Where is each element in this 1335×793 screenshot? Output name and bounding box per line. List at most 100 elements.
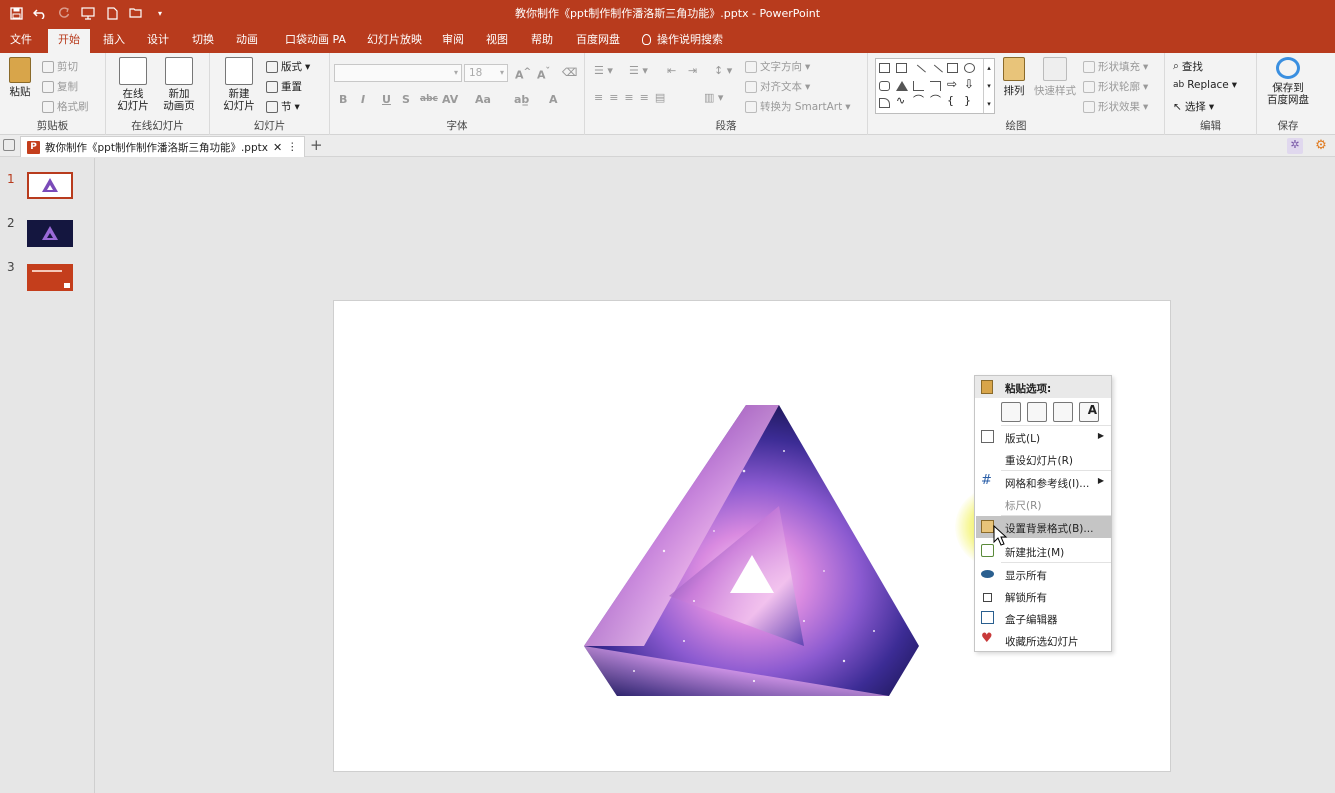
- shapes-gallery-scroll[interactable]: ▴ ▾ ▾: [983, 59, 994, 113]
- open-folder-icon[interactable]: [126, 3, 146, 23]
- tab-insert[interactable]: 插入: [93, 29, 135, 53]
- save-icon[interactable]: [6, 3, 26, 23]
- tab-view[interactable]: 视图: [476, 29, 518, 53]
- bullets-icon[interactable]: ☰ ▾: [594, 64, 613, 77]
- new-slide-button[interactable]: 新建 幻灯片: [218, 57, 260, 112]
- tab-design[interactable]: 设计: [137, 29, 179, 53]
- start-slideshow-icon[interactable]: [78, 3, 98, 23]
- change-case-button[interactable]: Aa: [475, 93, 491, 106]
- connector-shape-icon[interactable]: [913, 81, 924, 91]
- numbering-icon[interactable]: ☰ ▾: [629, 64, 648, 77]
- strikethrough-button[interactable]: abc: [420, 94, 438, 104]
- paste-keep-source-format-icon[interactable]: [1027, 402, 1047, 422]
- rectangle-shape-icon[interactable]: [947, 63, 958, 73]
- new-tab-icon[interactable]: +: [310, 136, 323, 154]
- font-name-combo[interactable]: ▾: [334, 64, 462, 82]
- right-brace-shape-icon[interactable]: }: [964, 95, 975, 106]
- font-color-button[interactable]: A: [549, 93, 558, 106]
- elbow-shape-icon[interactable]: [930, 81, 941, 91]
- tell-me-search[interactable]: 操作说明搜索: [632, 29, 733, 53]
- scribble-shape-icon[interactable]: ∿: [896, 95, 907, 106]
- char-spacing-button[interactable]: AV: [442, 93, 458, 106]
- shadow-button[interactable]: S: [402, 93, 410, 106]
- menu-item-reset-slide[interactable]: 重设幻灯片(R): [976, 448, 1111, 470]
- replace-button[interactable]: ab Replace ▾: [1173, 79, 1237, 91]
- section-button[interactable]: 节 ▾: [266, 99, 300, 114]
- cut-button[interactable]: 剪切: [42, 59, 78, 74]
- tab-pocket-animation[interactable]: 口袋动画 PA: [275, 29, 356, 53]
- customize-qat-icon[interactable]: ▾: [150, 3, 170, 23]
- online-slide-button[interactable]: 在线 幻灯片: [112, 57, 154, 112]
- bold-button[interactable]: B: [339, 93, 347, 106]
- arrow-line-shape-icon[interactable]: [928, 64, 943, 80]
- vertical-textbox-shape-icon[interactable]: [896, 63, 907, 73]
- slide-thumbnail-1[interactable]: [27, 172, 73, 199]
- menu-item-layout[interactable]: 版式(L) ▶: [976, 426, 1111, 448]
- select-button[interactable]: ↖ 选择 ▾: [1173, 99, 1214, 114]
- tab-help[interactable]: 帮助: [521, 29, 563, 53]
- layout-button[interactable]: 版式 ▾: [266, 59, 310, 74]
- paste-button[interactable]: 粘贴: [2, 57, 38, 98]
- freeform-shape-icon[interactable]: [879, 98, 890, 108]
- font-size-combo[interactable]: 18 ▾: [464, 64, 508, 82]
- close-tab-icon[interactable]: ✕: [273, 141, 282, 154]
- decrease-indent-icon[interactable]: ⇤: [667, 64, 676, 77]
- paste-use-destination-theme-icon[interactable]: [1001, 402, 1021, 422]
- tab-transitions[interactable]: 切换: [182, 29, 224, 53]
- quick-styles-button[interactable]: 快速样式: [1034, 57, 1076, 98]
- shape-effects-button[interactable]: 形状效果 ▾: [1083, 99, 1148, 114]
- oval-shape-icon[interactable]: [964, 63, 975, 73]
- document-tab[interactable]: P 教你制作《ppt制作制作潘洛斯三角功能》.pptx ✕ ⋮: [20, 136, 305, 157]
- slide-thumbnail-3[interactable]: [27, 264, 73, 291]
- menu-item-ruler[interactable]: 标尺(R): [976, 493, 1111, 515]
- tab-file[interactable]: 文件: [0, 29, 42, 53]
- triangle-shape-icon[interactable]: [896, 81, 908, 91]
- menu-item-favorite-slides[interactable]: ♥ 收藏所选幻灯片: [976, 629, 1111, 651]
- down-arrow-shape-icon[interactable]: ⇩: [964, 78, 975, 90]
- save-to-baidu-button[interactable]: 保存到 百度网盘: [1263, 57, 1313, 106]
- arrange-button[interactable]: 排列: [1003, 57, 1025, 98]
- align-text-button[interactable]: 对齐文本 ▾: [745, 79, 810, 94]
- shape-fill-button[interactable]: 形状填充 ▾: [1083, 59, 1148, 74]
- increase-indent-icon[interactable]: ⇥: [688, 64, 697, 77]
- tab-baidu-netdisk[interactable]: 百度网盘: [566, 29, 630, 53]
- columns-icon[interactable]: ▥ ▾: [704, 91, 723, 104]
- new-animation-page-button[interactable]: 新加 动画页: [158, 57, 200, 112]
- convert-smartart-button[interactable]: 转换为 SmartArt ▾: [745, 99, 851, 114]
- paste-keep-text-only-icon[interactable]: A: [1079, 402, 1099, 422]
- reset-button[interactable]: 重置: [266, 79, 302, 94]
- arc-shape-icon[interactable]: ⌒: [913, 95, 924, 106]
- textbox-shape-icon[interactable]: [879, 63, 890, 73]
- slide-thumbnail-2[interactable]: [27, 220, 73, 247]
- copy-button[interactable]: 复制: [42, 79, 78, 94]
- alignment-buttons[interactable]: ≡≡≡≡▤: [594, 91, 671, 104]
- undo-icon[interactable]: [30, 3, 50, 23]
- addin-star-icon[interactable]: ✲: [1287, 138, 1303, 154]
- tab-list-icon[interactable]: [3, 139, 15, 151]
- tab-animations[interactable]: 动画: [226, 29, 268, 53]
- menu-item-show-all[interactable]: 显示所有: [976, 563, 1111, 585]
- menu-item-box-editor[interactable]: 盒子编辑器: [976, 607, 1111, 629]
- tab-slideshow[interactable]: 幻灯片放映: [357, 29, 432, 53]
- tab-home[interactable]: 开始: [48, 29, 90, 53]
- tab-more-icon[interactable]: ⋮: [287, 141, 298, 153]
- paste-as-picture-icon[interactable]: [1053, 402, 1073, 422]
- find-button[interactable]: ⌕ 查找: [1173, 59, 1203, 74]
- rounded-rect-shape-icon[interactable]: [879, 81, 890, 91]
- settings-gear-icon[interactable]: ⚙: [1313, 138, 1329, 154]
- underline-button[interactable]: U: [382, 93, 391, 106]
- line-shape-icon[interactable]: [911, 64, 926, 80]
- shrink-font-button[interactable]: Aˇ: [537, 66, 550, 82]
- italic-button[interactable]: I: [361, 93, 365, 106]
- menu-item-unlock-all[interactable]: 解锁所有: [976, 585, 1111, 607]
- menu-item-grids-guides[interactable]: # 网格和参考线(I)... ▶: [976, 471, 1111, 493]
- new-file-icon[interactable]: [102, 3, 122, 23]
- redo-icon[interactable]: [54, 3, 74, 23]
- left-brace-shape-icon[interactable]: {: [947, 95, 958, 106]
- highlight-color-icon[interactable]: ab̲: [514, 93, 529, 106]
- shape-outline-button[interactable]: 形状轮廓 ▾: [1083, 79, 1148, 94]
- tab-review[interactable]: 审阅: [432, 29, 474, 53]
- curve-shape-icon[interactable]: ⌒: [930, 95, 941, 106]
- grow-font-button[interactable]: A^: [515, 66, 531, 82]
- clear-format-icon[interactable]: ⌫: [562, 66, 578, 79]
